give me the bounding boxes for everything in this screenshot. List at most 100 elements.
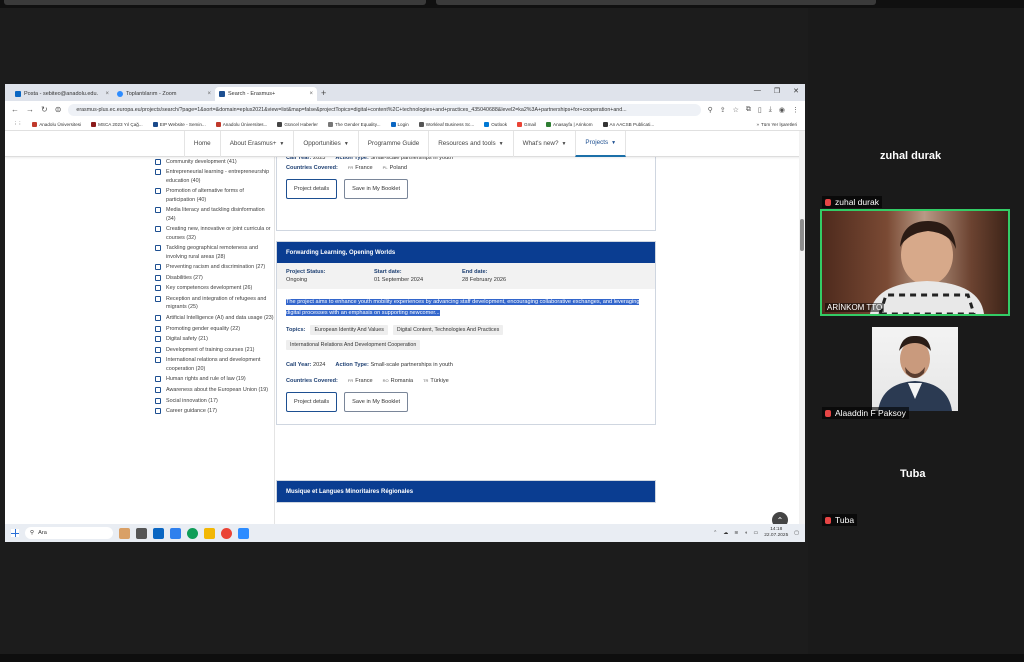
- bookmark[interactable]: EIP Website - Semin...: [152, 121, 206, 127]
- project-title[interactable]: Forwarding Learning, Opening Worlds: [277, 242, 655, 263]
- filter-checkbox[interactable]: [155, 264, 161, 271]
- filter-item[interactable]: Creating new, innovative or joint curric…: [150, 225, 274, 242]
- chrome-icon[interactable]: [221, 527, 232, 539]
- maximize-icon[interactable]: ❐: [774, 87, 780, 95]
- network-icon[interactable]: ☁: [723, 530, 728, 536]
- filter-checkbox[interactable]: [155, 158, 161, 165]
- bookmark[interactable]: Anadolu Üniversites...: [215, 121, 267, 127]
- volume-icon[interactable]: ◖: [744, 530, 747, 536]
- filter-item[interactable]: Disabilities (27): [150, 274, 274, 282]
- reload-icon[interactable]: ↻: [41, 105, 48, 114]
- bookmark[interactable]: Outlook: [484, 121, 507, 127]
- bookmark[interactable]: The Gender Equality...: [327, 121, 381, 127]
- close-window-icon[interactable]: ✕: [793, 87, 799, 95]
- filter-checkbox[interactable]: [155, 325, 161, 332]
- bookmark[interactable]: Login: [390, 121, 409, 127]
- download-icon[interactable]: ⤓: [769, 106, 772, 114]
- filter-checkbox[interactable]: [155, 357, 161, 364]
- tab-mail[interactable]: Posta - sebiteo@anadolu.edu. ×: [11, 87, 113, 101]
- close-icon[interactable]: ×: [207, 91, 211, 97]
- tray-chevron-icon[interactable]: ⌃: [713, 530, 717, 536]
- filter-checkbox[interactable]: [155, 207, 161, 214]
- save-booklet-button[interactable]: Save in My Booklet: [344, 179, 409, 199]
- filter-item[interactable]: Reception and integration of refugees an…: [150, 295, 274, 312]
- split-icon[interactable]: ▯: [758, 106, 762, 114]
- filter-item[interactable]: Social innovation (17): [150, 397, 274, 405]
- filter-checkbox[interactable]: [155, 376, 161, 383]
- star-icon[interactable]: ☆: [733, 106, 739, 114]
- bookmark[interactable]: Gmail: [517, 121, 536, 127]
- page-scrollbar[interactable]: [799, 131, 805, 540]
- participant-video[interactable]: ARİNKOM TTO: [820, 209, 1010, 316]
- filter-checkbox[interactable]: [155, 285, 161, 292]
- project-details-button[interactable]: Project details: [286, 179, 338, 199]
- battery-icon[interactable]: ▭: [754, 530, 759, 536]
- site-nav-item-projects[interactable]: Projects ▼: [575, 131, 627, 157]
- filter-checkbox[interactable]: [155, 397, 161, 404]
- menu-icon[interactable]: ⋮: [792, 106, 799, 114]
- share-icon[interactable]: ⇪: [720, 106, 726, 114]
- filter-item[interactable]: Career guidance (17): [150, 407, 274, 415]
- site-nav-item-what-s-new[interactable]: What's new? ▼: [512, 131, 576, 157]
- profile-icon[interactable]: ◉: [779, 106, 785, 114]
- filter-item[interactable]: Tackling geographical remoteness and inv…: [150, 244, 274, 261]
- bookmark[interactable]: An AACSB Publicati...: [602, 121, 654, 127]
- bookmark[interactable]: Anadolu Üniversitesi: [32, 121, 81, 127]
- taskbar-search[interactable]: ⚲ Ara: [25, 527, 113, 539]
- zoom-lens-icon[interactable]: ⚲: [708, 106, 713, 114]
- project-title[interactable]: Musique et Langues Minoritaires Régional…: [277, 481, 655, 502]
- topic-tag[interactable]: Digital Content, Technologies And Practi…: [392, 325, 504, 335]
- bookmark[interactable]: Anasayfa | Arinkom: [546, 121, 593, 127]
- filter-item[interactable]: Artificial Intelligence (AI) and data us…: [150, 314, 274, 322]
- windows-start-icon[interactable]: [11, 529, 19, 537]
- tab-zoom[interactable]: Toplantılarım - Zoom ×: [113, 87, 215, 101]
- clock[interactable]: 14:18 22.07.2025: [764, 527, 788, 539]
- filter-checkbox[interactable]: [155, 408, 161, 415]
- close-icon[interactable]: ×: [105, 91, 109, 97]
- filter-checkbox[interactable]: [155, 346, 161, 353]
- filter-item[interactable]: Digital safety (21): [150, 335, 274, 343]
- folder-icon[interactable]: [204, 527, 215, 539]
- filter-checkbox[interactable]: [155, 245, 161, 252]
- notification-icon[interactable]: ▢: [794, 530, 799, 536]
- filter-item[interactable]: Entrepreneurial learning - entrepreneurs…: [150, 168, 274, 185]
- filter-checkbox[interactable]: [155, 314, 161, 321]
- filter-item[interactable]: International relations and development …: [150, 356, 274, 373]
- apps-icon[interactable]: ⋮⋮: [13, 121, 22, 127]
- task-view-icon[interactable]: [136, 527, 147, 539]
- all-bookmarks[interactable]: » Tüm Yer İşaretleri: [756, 122, 797, 127]
- filter-item[interactable]: Promoting gender equality (22): [150, 325, 274, 333]
- project-details-button[interactable]: Project details: [286, 392, 338, 412]
- filter-item[interactable]: Key competences development (26): [150, 284, 274, 292]
- site-nav-item-programme-guide[interactable]: Programme Guide: [357, 131, 428, 157]
- minimize-icon[interactable]: —: [754, 87, 761, 95]
- site-nav-item-home[interactable]: Home: [183, 131, 220, 157]
- participant-video[interactable]: [872, 327, 958, 411]
- bookmark[interactable]: Güncel Haberler: [277, 121, 318, 127]
- site-nav-item-opportunities[interactable]: Opportunities ▼: [293, 131, 357, 157]
- back-icon[interactable]: ←: [11, 105, 19, 114]
- filter-checkbox[interactable]: [155, 226, 161, 233]
- site-nav-item-about-erasmus[interactable]: About Erasmus+ ▼: [219, 131, 294, 157]
- forward-icon[interactable]: →: [26, 105, 34, 114]
- filter-item[interactable]: Preventing racism and discrimination (27…: [150, 263, 274, 271]
- site-nav-item-resources-and-tools[interactable]: Resources and tools ▼: [428, 131, 512, 157]
- zoom-app-icon[interactable]: [238, 527, 249, 539]
- filter-checkbox[interactable]: [155, 188, 161, 195]
- store-icon[interactable]: [170, 527, 181, 539]
- tab-erasmus-search[interactable]: Search - Erasmus+ ×: [215, 87, 317, 101]
- scrollbar-thumb[interactable]: [800, 219, 804, 251]
- url-field[interactable]: erasmus-plus.ec.europa.eu/projects/searc…: [68, 103, 701, 116]
- wifi-icon[interactable]: ≋: [734, 530, 738, 536]
- filter-checkbox[interactable]: [155, 169, 161, 176]
- filter-checkbox[interactable]: [155, 336, 161, 343]
- close-icon[interactable]: ×: [309, 91, 313, 97]
- bookmark[interactable]: MSCA 2023 Yıl Çağ...: [91, 121, 143, 127]
- filter-checkbox[interactable]: [155, 295, 161, 302]
- save-booklet-button[interactable]: Save in My Booklet: [344, 392, 409, 412]
- outlook-icon[interactable]: [153, 527, 164, 539]
- filter-item[interactable]: Awareness about the European Union (19): [150, 386, 274, 394]
- weather-icon[interactable]: [119, 527, 130, 539]
- filter-item[interactable]: Media literacy and tackling disinformati…: [150, 206, 274, 223]
- filter-item[interactable]: Development of training courses (21): [150, 346, 274, 354]
